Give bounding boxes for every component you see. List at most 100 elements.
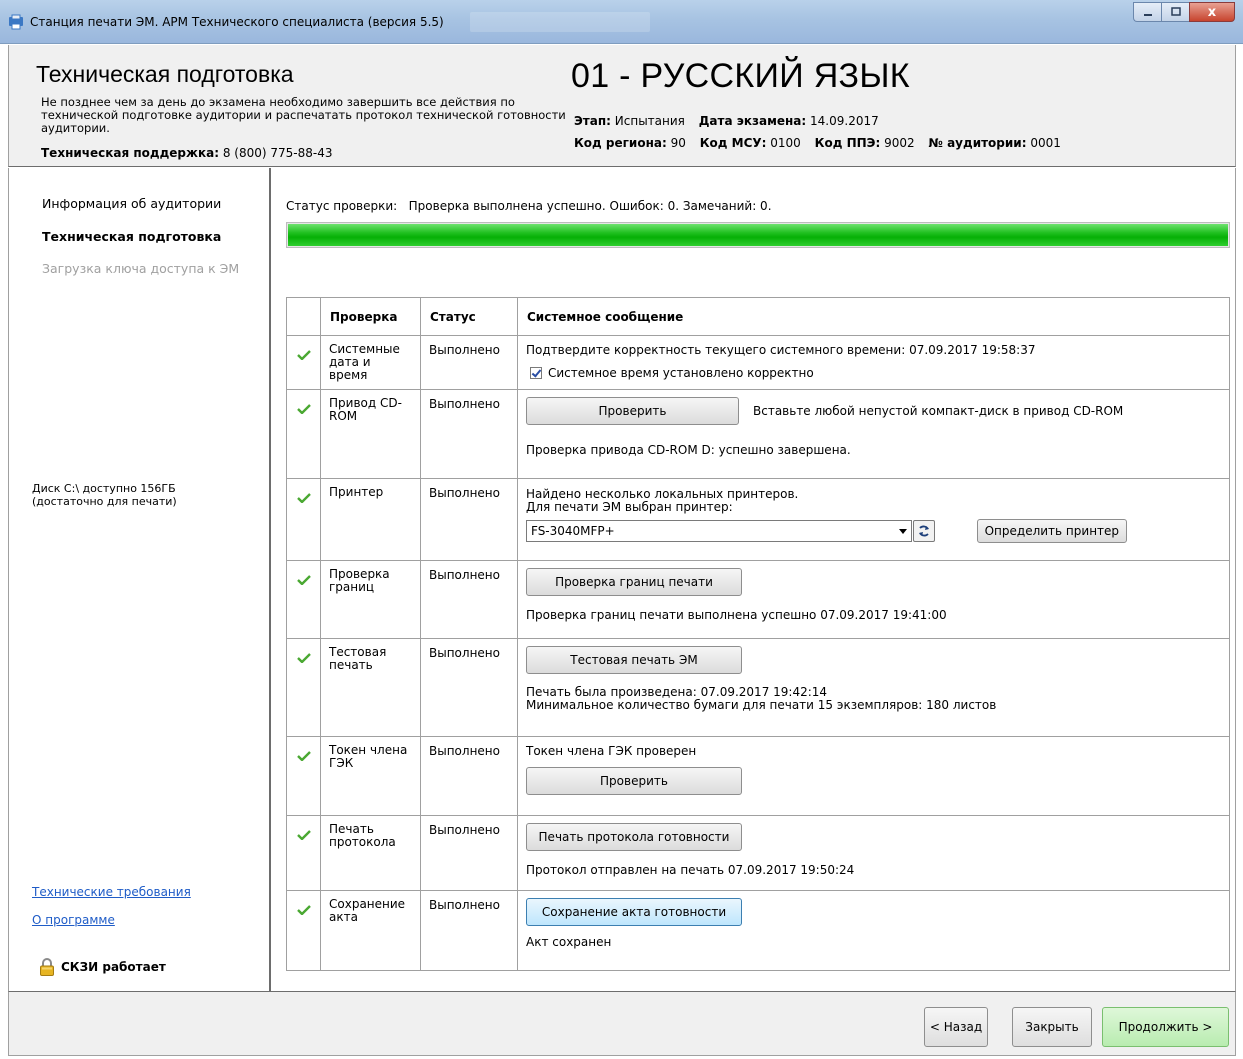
refresh-printers-button[interactable] xyxy=(913,520,935,542)
subject-title: 01 - РУССКИЙ ЯЗЫК xyxy=(571,57,910,95)
row-status-icon-cell xyxy=(286,389,321,479)
row-check-name: Принтер xyxy=(320,478,421,561)
checkmark-icon xyxy=(297,830,311,841)
column-header-message: Системное сообщение xyxy=(517,297,1230,336)
checkmark-icon xyxy=(297,751,311,762)
stage-label: Этап: xyxy=(574,114,611,128)
continue-button[interactable]: Продолжить > xyxy=(1102,1007,1229,1047)
check-token-button[interactable]: Проверить xyxy=(526,767,742,795)
system-time-checkbox-label: Системное время установлено корректно xyxy=(548,366,814,380)
check-status-label: Статус проверки: xyxy=(286,199,398,213)
row-message-cell: Токен члена ГЭК проверен Проверить xyxy=(517,736,1230,816)
support-phone: 8 (800) 775-88-43 xyxy=(222,146,333,160)
row-message: Подтвердите корректность текущего систем… xyxy=(526,343,1036,357)
room-label: № аудитории: xyxy=(928,136,1027,150)
window-controls: x xyxy=(1133,2,1235,22)
exam-date-value: 14.09.2017 xyxy=(810,114,879,128)
app-icon xyxy=(9,14,23,30)
footer-bar: < Назад Закрыть Продолжить > xyxy=(8,991,1236,1056)
row-check-status: Выполнено xyxy=(420,815,518,891)
checkmark-icon xyxy=(297,575,311,586)
maximize-icon xyxy=(1170,7,1181,16)
row-status-icon-cell xyxy=(286,815,321,891)
row-check-name: Тестовая печать xyxy=(320,638,421,737)
sidebar-item-key-upload: Загрузка ключа доступа к ЭМ xyxy=(42,261,240,276)
checkmark-icon xyxy=(297,653,311,664)
progress-fill xyxy=(288,224,1228,246)
sidebar: Информация об аудитории Техническая подг… xyxy=(8,168,271,991)
sidebar-item-tech-prep[interactable]: Техническая подготовка xyxy=(42,229,221,244)
chevron-down-icon xyxy=(899,529,907,534)
system-time-checkbox[interactable] xyxy=(530,367,542,379)
printer-select-value: FS-3040MFP+ xyxy=(531,524,615,538)
close-icon: x xyxy=(1207,4,1217,20)
table-row: Принтер Выполнено Найдено несколько лока… xyxy=(286,478,1230,561)
check-status-line: Статус проверки: Проверка выполнена успе… xyxy=(286,199,772,213)
row-status-icon-cell xyxy=(286,638,321,737)
cdrom-result: Проверка привода CD-ROM D: успешно завер… xyxy=(526,443,851,457)
window-title: Станция печати ЭМ. АРМ Технического спец… xyxy=(30,15,444,29)
save-act-button[interactable]: Сохранение акта готовности xyxy=(526,898,742,926)
row-message-cell: Найдено несколько локальных принтеров. Д… xyxy=(517,478,1230,561)
row-status-icon-cell xyxy=(286,335,321,390)
row-status-icon-cell xyxy=(286,478,321,561)
region-value: 90 xyxy=(670,136,686,150)
printer-message-2: Для печати ЭМ выбран принтер: xyxy=(526,500,733,514)
checkmark-icon xyxy=(297,350,311,361)
table-row: Системные дата и время Выполнено Подтвер… xyxy=(286,335,1230,390)
stage-value: Испытания xyxy=(614,114,685,128)
table-row: Проверка границ Выполнено Проверка грани… xyxy=(286,560,1230,639)
minimize-icon xyxy=(1143,14,1152,16)
row-check-status: Выполнено xyxy=(420,890,518,971)
exam-meta-line-2: Код региона: 90 Код МСУ: 0100 Код ППЭ: 9… xyxy=(574,136,1061,150)
act-result: Акт сохранен xyxy=(526,935,612,949)
row-check-name: Сохранение акта xyxy=(320,890,421,971)
window-titlebar[interactable]: Станция печати ЭМ. АРМ Технического спец… xyxy=(0,0,1243,44)
region-label: Код региона: xyxy=(574,136,667,150)
row-check-name: Системные дата и время xyxy=(320,335,421,390)
progress-bar xyxy=(286,222,1230,248)
close-button[interactable]: Закрыть xyxy=(1012,1007,1092,1047)
support-label: Техническая поддержка: xyxy=(41,146,220,160)
test-print-result-2: Минимальное количество бумаги для печати… xyxy=(526,698,997,712)
column-header-icon xyxy=(286,297,321,336)
print-bounds-check-button[interactable]: Проверка границ печати xyxy=(526,568,742,596)
titlebar-ghost-search xyxy=(470,12,650,32)
row-check-status: Выполнено xyxy=(420,638,518,737)
checkmark-icon xyxy=(297,404,311,415)
cdrom-hint: Вставьте любой непустой компакт-диск в п… xyxy=(753,404,1124,418)
checkmark-icon xyxy=(297,905,311,916)
protocol-result: Протокол отправлен на печать 07.09.2017 … xyxy=(526,863,855,877)
check-status-text: Проверка выполнена успешно. Ошибок: 0. З… xyxy=(408,199,772,213)
row-check-name: Привод CD-ROM xyxy=(320,389,421,479)
row-message-cell: Проверка границ печати Проверка границ п… xyxy=(517,560,1230,639)
maximize-button[interactable] xyxy=(1161,2,1189,22)
about-link[interactable]: О программе xyxy=(32,913,115,927)
system-time-checkbox-row[interactable]: Системное время установлено корректно xyxy=(526,366,1221,380)
print-protocol-button[interactable]: Печать протокола готовности xyxy=(526,823,742,851)
detect-printer-button[interactable]: Определить принтер xyxy=(976,519,1127,543)
skzi-status-text: СКЗИ работает xyxy=(61,960,166,974)
minimize-button[interactable] xyxy=(1133,2,1161,22)
tech-requirements-link[interactable]: Технические требования xyxy=(32,885,191,899)
row-message-cell: Подтвердите корректность текущего систем… xyxy=(517,335,1230,390)
column-header-check: Проверка xyxy=(320,297,421,336)
print-bounds-result: Проверка границ печати выполнена успешно… xyxy=(526,608,947,622)
row-check-name: Проверка границ xyxy=(320,560,421,639)
row-message-cell: Сохранение акта готовности Акт сохранен xyxy=(517,890,1230,971)
test-print-button[interactable]: Тестовая печать ЭМ xyxy=(526,646,742,674)
msu-value: 0100 xyxy=(770,136,801,150)
check-cdrom-button[interactable]: Проверить xyxy=(526,397,739,425)
printer-select[interactable]: FS-3040MFP+ xyxy=(526,520,912,542)
page-title: Техническая подготовка xyxy=(36,61,294,87)
sidebar-item-room-info[interactable]: Информация об аудитории xyxy=(42,196,221,211)
refresh-icon xyxy=(919,525,929,537)
table-row: Токен члена ГЭК Выполнено Токен члена ГЭ… xyxy=(286,736,1230,816)
checkmark-icon xyxy=(297,493,311,504)
back-button[interactable]: < Назад xyxy=(924,1007,988,1047)
close-window-button[interactable]: x xyxy=(1189,2,1235,22)
main-content: Статус проверки: Проверка выполнена успе… xyxy=(273,168,1236,991)
row-check-name: Токен члена ГЭК xyxy=(320,736,421,816)
table-row: Тестовая печать Выполнено Тестовая печат… xyxy=(286,638,1230,737)
row-check-name: Печать протокола xyxy=(320,815,421,891)
